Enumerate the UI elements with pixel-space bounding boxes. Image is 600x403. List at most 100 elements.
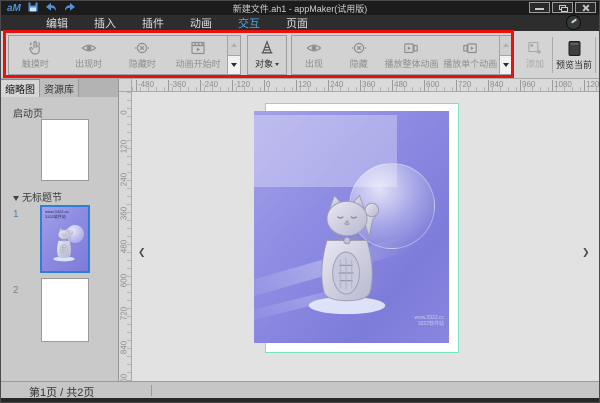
group1-scroll-spinner <box>227 36 240 74</box>
app-logo: aM <box>7 3 21 14</box>
v-ruler-tick: 600 <box>120 265 129 295</box>
appmaker-logo-icon[interactable] <box>566 15 581 30</box>
add-button[interactable]: 添加 <box>520 35 550 75</box>
h-ruler-tick: 480 <box>392 80 407 92</box>
arrow-up-icon <box>231 43 237 47</box>
scroll-down-button[interactable] <box>500 55 512 75</box>
cat-figurine <box>304 181 390 323</box>
collapse-left-arrow[interactable]: ❮ <box>138 247 146 258</box>
v-ruler-tick: 480 <box>120 232 129 262</box>
arrow-down-icon <box>231 63 237 67</box>
scroll-up-button[interactable] <box>500 36 512 55</box>
minimize-button[interactable] <box>529 2 550 13</box>
collapse-triangle-icon <box>13 196 19 201</box>
on-touch-button[interactable]: 触摸时 <box>9 36 62 74</box>
h-ruler-tick: 720 <box>456 80 471 92</box>
section-header[interactable]: 无标题节 <box>13 189 62 204</box>
restore-button[interactable] <box>552 2 573 13</box>
h-ruler: -480-360-240-120012024036048060072084096… <box>132 79 600 92</box>
menu-bar-items: 编辑 插入 插件 动画 交互 页面 <box>1 15 599 31</box>
v-ruler-tick: 120 <box>120 131 129 161</box>
menu-tab-5[interactable]: 交互 <box>238 15 260 31</box>
sidebar: 缩略图 资源库 启动页 无标题节 1 www.3322.cc3322软件站 2 <box>1 79 119 381</box>
group2-scroll-spinner <box>499 36 512 74</box>
touch-icon <box>27 40 43 56</box>
poster-image[interactable]: www.3322.cc3322软件站 <box>254 111 449 343</box>
status-bar: 第1页 / 共2页 <box>1 381 599 398</box>
close-button[interactable] <box>575 2 596 13</box>
play-all-animation-button[interactable]: 播放整体动画 <box>382 36 442 74</box>
device-preview-icon <box>566 40 583 57</box>
window-bottom-edge <box>1 398 599 403</box>
appear-action-button[interactable]: 出现 <box>292 36 336 74</box>
tab-resource-library[interactable]: 资源库 <box>40 79 79 97</box>
page-number: 2 <box>13 285 19 296</box>
window-controls <box>529 2 596 13</box>
poster-watermark: www.3322.cc3322软件站 <box>382 315 444 327</box>
v-ruler-tick: 840 <box>120 332 129 362</box>
appmaker-window: aM 新建文件.ah1 - appMaker(试用版) 编辑 插入 插件 动画 交互 页面 <box>0 0 600 403</box>
v-ruler-tick: 0 <box>120 98 129 128</box>
toolbar-separator <box>595 37 596 73</box>
cone-icon <box>259 40 275 56</box>
preview-current-button[interactable]: 预览当前 <box>555 35 593 75</box>
h-ruler-tick: -240 <box>200 80 218 92</box>
menu-tab-6[interactable]: 页面 <box>286 15 308 31</box>
h-ruler-tick: 0 <box>264 80 270 92</box>
v-ruler-tick: 240 <box>120 165 129 195</box>
menu-tab-4[interactable]: 动画 <box>190 15 212 31</box>
ribbon-toolbar: 触摸时 出现时 隐藏时 动画开始时 <box>1 31 599 79</box>
play-single-animation-button[interactable]: 播放单个动画 <box>441 36 499 74</box>
on-hide-button[interactable]: 隐藏时 <box>116 36 170 74</box>
toolbar-separator <box>552 37 553 73</box>
status-separator <box>151 385 152 396</box>
eye-hidden-icon <box>351 40 367 56</box>
h-ruler-tick: 1080 <box>552 80 572 92</box>
startup-page-thumbnail[interactable] <box>41 119 89 181</box>
h-ruler-tick: -120 <box>232 80 250 92</box>
page-1-thumbnail[interactable]: www.3322.cc3322软件站 <box>40 205 90 273</box>
eye-icon <box>306 40 322 56</box>
eye-icon <box>81 40 97 56</box>
v-ruler-tick: 720 <box>120 299 129 329</box>
collapse-right-arrow[interactable]: ❯ <box>582 247 590 258</box>
dropdown-arrow-icon <box>275 63 279 66</box>
arrow-up-icon <box>503 43 509 47</box>
page-2-thumbnail[interactable] <box>41 278 89 342</box>
h-ruler-tick: -480 <box>136 80 154 92</box>
arrow-down-icon <box>503 63 509 67</box>
h-ruler-tick: 120 <box>296 80 311 92</box>
hide-action-button[interactable]: 隐藏 <box>336 36 382 74</box>
on-animation-start-button[interactable]: 动画开始时 <box>169 36 227 74</box>
window-title: 新建文件.ah1 - appMaker(试用版) <box>1 2 599 15</box>
h-ruler-tick: 240 <box>328 80 343 92</box>
sidebar-tabs: 缩略图 资源库 <box>1 79 118 97</box>
minimize-icon <box>535 8 544 10</box>
scroll-down-button[interactable] <box>228 55 240 75</box>
v-ruler-tick: 360 <box>120 198 129 228</box>
h-ruler-tick: 960 <box>520 80 535 92</box>
menu-tab-1[interactable]: 编辑 <box>46 15 68 31</box>
eye-hidden-icon <box>134 40 150 56</box>
object-panel: 对象 <box>247 35 287 75</box>
page-number: 1 <box>13 209 19 220</box>
film-single-icon <box>462 40 478 56</box>
menu-tab-3[interactable]: 插件 <box>142 15 164 31</box>
h-ruler-tick: 840 <box>488 80 503 92</box>
object-dropdown-button[interactable]: 对象 <box>248 36 286 74</box>
page-1-thumbnail-image: www.3322.cc3322软件站 <box>42 207 88 271</box>
h-ruler-tick: 1200 <box>584 80 600 92</box>
startup-page-label: 启动页 <box>13 105 43 120</box>
trigger-event-group: 触摸时 出现时 隐藏时 动画开始时 <box>8 35 241 75</box>
ruler-corner <box>119 79 132 92</box>
h-ruler-tick: -360 <box>168 80 186 92</box>
clapperboard-icon <box>190 40 206 56</box>
on-appear-button[interactable]: 出现时 <box>62 36 116 74</box>
film-icon <box>403 40 419 56</box>
menu-tab-2[interactable]: 插入 <box>94 15 116 31</box>
tab-thumbnails[interactable]: 缩略图 <box>1 79 40 97</box>
scroll-up-button[interactable] <box>228 36 240 55</box>
title-bar: aM 新建文件.ah1 - appMaker(试用版) <box>1 1 599 15</box>
canvas-area: -480 -360 -240 -120 0 120 240 360 480 600 720 840 96… <box>119 79 600 381</box>
add-asset-icon <box>527 40 543 56</box>
